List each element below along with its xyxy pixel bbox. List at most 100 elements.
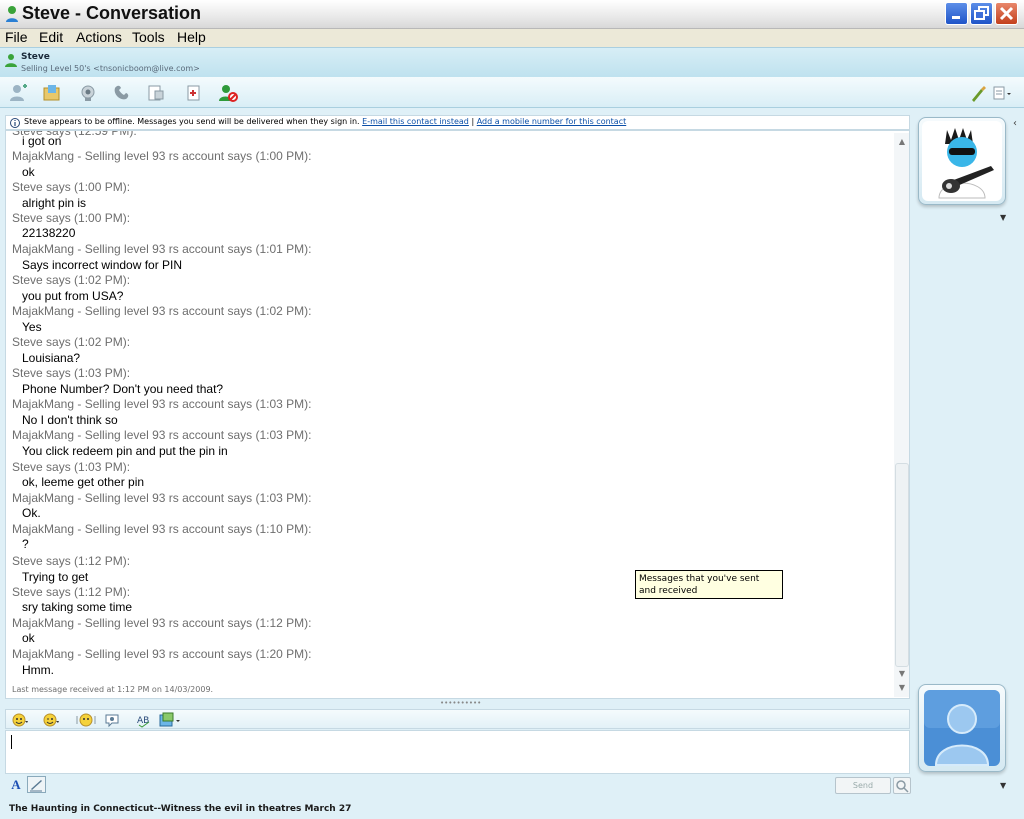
message-header: Steve says (1:02 PM): [12,335,131,349]
menu-actions[interactable]: Actions [76,29,122,45]
message-history[interactable]: Steve says (12:59 PM): i got on MajakMan… [5,130,910,699]
message-body: ok, leeme get other pin [22,475,145,489]
activities-icon[interactable] [146,83,166,103]
message-body: Louisiana? [22,351,81,365]
message-body: Hmm. [22,663,54,677]
scroll-up-arrow[interactable]: ▲ [897,137,907,147]
message-header: MajakMang - Selling level 93 rs account … [12,397,312,411]
video-icon[interactable] [78,83,98,103]
scroll-down-arrow[interactable]: ▼ [897,669,907,679]
font-button[interactable]: A [7,777,25,793]
search-button[interactable] [893,777,911,794]
contact-name[interactable]: Steve [21,52,50,62]
message-header: Steve says (1:00 PM): [12,211,131,225]
message-body: Trying to get [22,570,89,584]
message-header: Steve says (1:00 PM): [12,180,131,194]
menu-tools[interactable]: Tools [132,29,165,45]
contact-picture-menu-chevron[interactable]: ▼ [1000,213,1006,222]
my-display-picture[interactable] [918,684,1006,772]
message-body: i got on [22,134,62,148]
guitarist-avatar-icon [922,121,1002,201]
spell-check-icon[interactable]: AB [136,712,152,728]
message-header: MajakMang - Selling level 93 rs account … [12,522,312,536]
block-icon[interactable] [218,83,238,103]
message-body: 22138220 [22,226,76,240]
message-body: You click redeem pin and put the pin in [22,444,228,458]
default-user-avatar-icon [924,690,1000,766]
minimize-button[interactable] [945,2,968,25]
messenger-buddy-icon [6,6,18,22]
title-bar[interactable]: Steve - Conversation [0,0,1024,29]
message-body: ok [22,631,35,645]
message-header: MajakMang - Selling level 93 rs account … [12,304,312,318]
message-body: Yes [22,320,42,334]
message-header: MajakMang - Selling level 93 rs account … [12,647,312,661]
svg-text:AB: AB [137,716,149,726]
last-received-timestamp: Last message received at 1:12 PM on 14/0… [12,685,214,694]
search-icon [896,780,909,793]
message-header: MajakMang - Selling level 93 rs account … [12,616,312,630]
send-button[interactable]: Send [835,777,891,794]
message-header: MajakMang - Selling level 93 rs account … [12,491,312,505]
menu-help[interactable]: Help [177,29,206,45]
offline-notice: Steve appears to be offline. Messages yo… [24,117,360,126]
message-header: Steve says (1:02 PM): [12,273,131,287]
message-header: MajakMang - Selling level 93 rs account … [12,428,312,442]
menu-file[interactable]: File [5,29,28,45]
options-menu-icon[interactable] [992,83,1012,103]
history-scrollbar[interactable]: ▲ ▼ ▼ [894,133,909,697]
compose-toolbar: AB [5,709,910,729]
message-body: you put from USA? [22,289,124,303]
message-header: Steve says (1:03 PM): [12,460,131,474]
window-title: Steve - Conversation [22,3,202,23]
advertisement-link[interactable]: The Haunting in Connecticut--Witness the… [9,804,351,814]
conversation-toolbar [0,77,1024,108]
scroll-end-arrow[interactable]: ▼ [897,683,907,693]
message-body: sry taking some time [22,600,133,614]
add-mobile-link[interactable]: Add a mobile number for this contact [477,117,627,126]
scroll-thumb[interactable] [895,463,909,667]
backgrounds-icon[interactable] [159,712,181,728]
message-header: Steve says (1:12 PM): [12,585,131,599]
pane-splitter-handle[interactable]: •••••••••• [440,700,481,707]
call-icon[interactable] [112,83,132,103]
games-icon[interactable] [184,83,204,103]
message-body: Phone Number? Don't you need that? [22,382,224,396]
message-body: No I don't think so [22,413,118,427]
contact-status-icon [5,54,17,67]
menu-edit[interactable]: Edit [39,29,63,45]
nudge-icon[interactable] [76,712,96,728]
message-input[interactable] [5,730,910,774]
wink-icon[interactable] [43,712,59,728]
voice-clip-icon[interactable] [104,712,120,728]
message-body: ? [22,537,29,551]
my-picture-menu-chevron[interactable]: ▼ [1000,781,1006,790]
restore-button[interactable] [970,2,993,25]
info-icon [10,118,20,128]
invite-icon[interactable] [8,83,28,103]
message-header: MajakMang - Selling level 93 rs account … [12,242,312,256]
share-files-icon[interactable] [42,83,62,103]
offline-info-bar: Steve appears to be offline. Messages yo… [5,115,910,130]
contact-display-picture[interactable] [918,117,1006,205]
message-header: Steve says (1:03 PM): [12,366,131,380]
message-body: Says incorrect window for PIN [22,258,183,272]
message-header: MajakMang - Selling level 93 rs account … [12,149,312,163]
info-bar-text: Steve appears to be offline. Messages yo… [24,117,626,126]
message-body: alright pin is [22,196,87,210]
contact-personal-message: Selling Level 50's <tnsonicboom@live.com… [21,64,200,73]
paint-brush-icon[interactable] [968,83,988,103]
info-separator: | [471,117,475,126]
history-tooltip: Messages that you've sent and received [635,570,783,599]
collapse-sidebar-chevron[interactable]: ‹ [1013,118,1017,129]
close-button[interactable] [995,2,1018,25]
email-contact-link[interactable]: E-mail this contact instead [362,117,469,126]
message-body: ok [22,165,35,179]
contact-header: Steve Selling Level 50's <tnsonicboom@li… [0,47,1024,77]
menu-bar: File Edit Actions Tools Help [0,29,1024,47]
handwriting-button[interactable] [27,776,46,793]
pen-icon [30,780,42,792]
message-header: Steve says (1:12 PM): [12,554,131,568]
message-body: Ok. [22,506,41,520]
emoticon-icon[interactable] [12,712,28,728]
